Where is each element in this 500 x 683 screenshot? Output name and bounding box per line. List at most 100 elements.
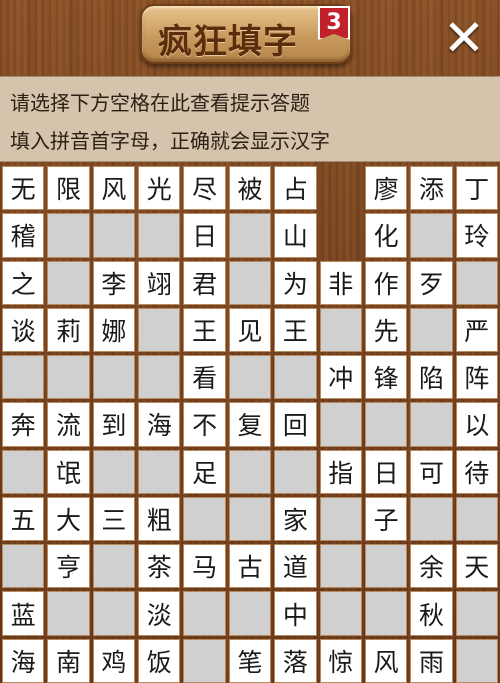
grid-cell-empty[interactable] <box>228 449 272 494</box>
grid-cell-empty[interactable] <box>92 449 136 494</box>
grid-cell-filled[interactable]: 阵 <box>455 355 498 400</box>
grid-cell-filled[interactable]: 家 <box>274 496 317 542</box>
grid-cell-filled[interactable]: 李 <box>92 260 136 305</box>
grid-cell-filled[interactable]: 翊 <box>138 260 181 305</box>
grid-cell-filled[interactable]: 余 <box>410 544 453 589</box>
grid-cell-filled[interactable]: 山 <box>274 213 317 258</box>
grid-cell-filled[interactable]: 风 <box>364 638 408 683</box>
grid-cell-empty[interactable] <box>183 638 226 683</box>
grid-cell-filled[interactable]: 氓 <box>47 449 90 494</box>
grid-cell-filled[interactable]: 海 <box>138 402 181 447</box>
grid-cell-filled[interactable]: 待 <box>455 449 498 494</box>
grid-cell-filled[interactable]: 日 <box>183 213 226 258</box>
grid-cell-empty[interactable] <box>138 307 181 353</box>
grid-cell-empty[interactable] <box>228 260 272 305</box>
grid-cell-filled[interactable]: 三 <box>92 496 136 542</box>
grid-cell-empty[interactable] <box>410 213 453 258</box>
grid-cell-filled[interactable]: 笔 <box>228 638 272 683</box>
hint-panel[interactable]: 请选择下方空格在此查看提示答题 填入拼音首字母，正确就会显示汉字 <box>0 76 500 162</box>
grid-cell-filled[interactable]: 亨 <box>47 544 90 589</box>
grid-cell-empty[interactable] <box>92 355 136 400</box>
grid-cell-filled[interactable]: 之 <box>2 260 45 305</box>
grid-cell-filled[interactable]: 天 <box>455 544 498 589</box>
grid-cell-empty[interactable] <box>228 213 272 258</box>
grid-cell-empty[interactable] <box>455 591 498 636</box>
grid-cell-empty[interactable] <box>2 449 45 494</box>
grid-cell-filled[interactable]: 不 <box>183 402 226 447</box>
grid-cell-empty[interactable] <box>47 260 90 305</box>
grid-cell-filled[interactable]: 先 <box>364 307 408 353</box>
grid-cell-empty[interactable] <box>2 355 45 400</box>
grid-cell-empty[interactable] <box>455 260 498 305</box>
grid-cell-empty[interactable] <box>274 449 317 494</box>
grid-cell-filled[interactable]: 丁 <box>455 166 498 211</box>
grid-cell-filled[interactable]: 道 <box>274 544 317 589</box>
grid-cell-filled[interactable]: 鸡 <box>92 638 136 683</box>
grid-cell-empty[interactable] <box>274 355 317 400</box>
grid-cell-filled[interactable]: 化 <box>364 213 408 258</box>
grid-cell-filled[interactable]: 马 <box>183 544 226 589</box>
grid-cell-filled[interactable]: 惊 <box>319 638 362 683</box>
grid-cell-filled[interactable]: 玲 <box>455 213 498 258</box>
grid-cell-filled[interactable]: 茶 <box>138 544 181 589</box>
grid-cell-empty[interactable] <box>410 496 453 542</box>
grid-cell-empty[interactable] <box>138 449 181 494</box>
grid-cell-filled[interactable]: 淡 <box>138 591 181 636</box>
grid-cell-empty[interactable] <box>364 402 408 447</box>
grid-cell-filled[interactable]: 日 <box>364 449 408 494</box>
grid-cell-filled[interactable]: 尽 <box>183 166 226 211</box>
grid-cell-empty[interactable] <box>228 355 272 400</box>
grid-cell-empty[interactable] <box>410 402 453 447</box>
grid-cell-filled[interactable]: 南 <box>47 638 90 683</box>
grid-cell-empty[interactable] <box>47 355 90 400</box>
grid-cell-filled[interactable]: 指 <box>319 449 362 494</box>
grid-cell-filled[interactable]: 锋 <box>364 355 408 400</box>
grid-cell-filled[interactable]: 雨 <box>410 638 453 683</box>
grid-cell-empty[interactable] <box>2 544 45 589</box>
grid-cell-empty[interactable] <box>319 591 362 636</box>
grid-cell-filled[interactable]: 可 <box>410 449 453 494</box>
grid-cell-filled[interactable]: 谈 <box>2 307 45 353</box>
grid-cell-empty[interactable] <box>183 591 226 636</box>
grid-cell-filled[interactable]: 见 <box>228 307 272 353</box>
grid-cell-empty[interactable] <box>364 544 408 589</box>
grid-cell-filled[interactable]: 娜 <box>92 307 136 353</box>
grid-cell-filled[interactable]: 回 <box>274 402 317 447</box>
grid-cell-filled[interactable]: 王 <box>274 307 317 353</box>
grid-cell-empty[interactable] <box>228 496 272 542</box>
grid-cell-filled[interactable]: 蓝 <box>2 591 45 636</box>
grid-cell-filled[interactable]: 严 <box>455 307 498 353</box>
grid-cell-empty[interactable] <box>319 496 362 542</box>
grid-cell-filled[interactable]: 以 <box>455 402 498 447</box>
grid-cell-empty[interactable] <box>92 213 136 258</box>
grid-cell-filled[interactable]: 大 <box>47 496 90 542</box>
grid-cell-empty[interactable] <box>92 591 136 636</box>
grid-cell-filled[interactable]: 君 <box>183 260 226 305</box>
grid-cell-empty[interactable] <box>138 213 181 258</box>
grid-cell-empty[interactable] <box>364 591 408 636</box>
grid-cell-filled[interactable]: 足 <box>183 449 226 494</box>
grid-cell-empty[interactable] <box>92 544 136 589</box>
grid-cell-filled[interactable]: 作 <box>364 260 408 305</box>
grid-cell-filled[interactable]: 粗 <box>138 496 181 542</box>
grid-cell-filled[interactable]: 子 <box>364 496 408 542</box>
grid-cell-filled[interactable]: 流 <box>47 402 90 447</box>
grid-cell-empty[interactable] <box>183 496 226 542</box>
grid-cell-filled[interactable]: 中 <box>274 591 317 636</box>
grid-cell-empty[interactable] <box>455 638 498 683</box>
grid-cell-empty[interactable] <box>410 307 453 353</box>
grid-cell-filled[interactable]: 非 <box>319 260 362 305</box>
grid-cell-filled[interactable]: 王 <box>183 307 226 353</box>
grid-cell-filled[interactable]: 奔 <box>2 402 45 447</box>
grid-cell-empty[interactable] <box>47 213 90 258</box>
grid-cell-filled[interactable]: 看 <box>183 355 226 400</box>
grid-cell-filled[interactable]: 陷 <box>410 355 453 400</box>
grid-cell-filled[interactable]: 秋 <box>410 591 453 636</box>
grid-cell-filled[interactable]: 光 <box>138 166 181 211</box>
grid-cell-filled[interactable]: 为 <box>274 260 317 305</box>
grid-cell-filled[interactable]: 廖 <box>364 166 408 211</box>
grid-cell-filled[interactable]: 落 <box>274 638 317 683</box>
grid-cell-filled[interactable]: 被 <box>228 166 272 211</box>
grid-cell-filled[interactable]: 海 <box>2 638 45 683</box>
grid-cell-filled[interactable]: 歹 <box>410 260 453 305</box>
